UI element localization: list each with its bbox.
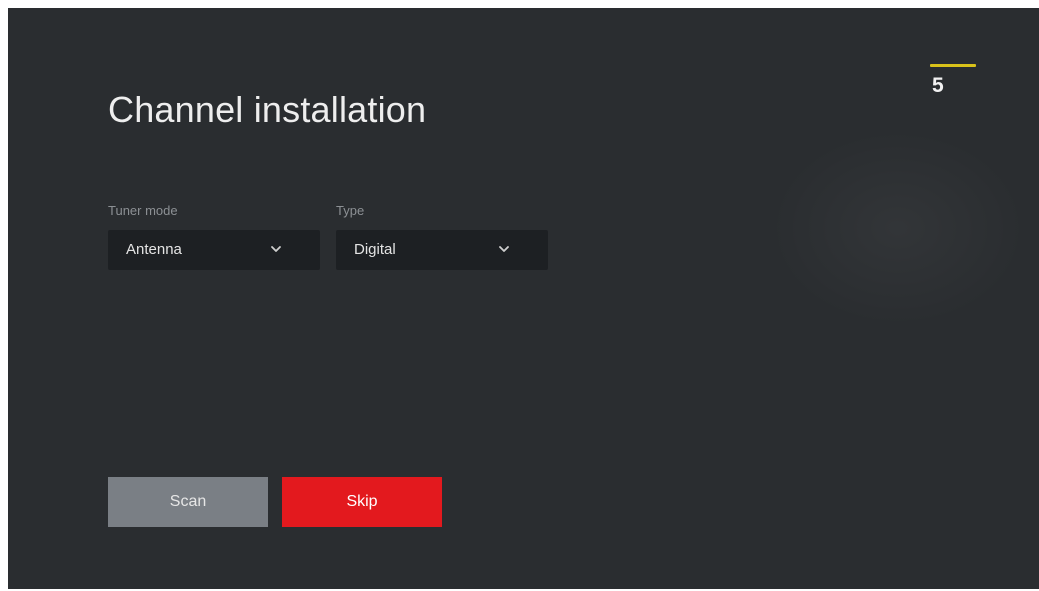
chevron-down-icon	[499, 246, 509, 252]
scan-button[interactable]: Scan	[108, 477, 268, 527]
tuner-mode-value: Antenna	[126, 241, 182, 258]
tuner-mode-field: Tuner mode Antenna	[108, 202, 320, 270]
page-title: Channel installation	[108, 89, 427, 130]
type-field: Type Digital	[336, 202, 548, 270]
step-number: 5	[932, 74, 944, 97]
tuner-mode-select[interactable]: Antenna	[108, 230, 320, 270]
background-decoration	[768, 128, 1028, 328]
type-value: Digital	[354, 241, 396, 258]
step-progress-bar	[930, 64, 976, 67]
type-select[interactable]: Digital	[336, 230, 548, 270]
type-label: Type	[336, 203, 365, 218]
chevron-down-icon	[271, 246, 281, 252]
tuner-mode-label: Tuner mode	[108, 203, 178, 218]
step-indicator: 5	[930, 64, 978, 104]
skip-button[interactable]: Skip	[282, 477, 442, 527]
channel-installation-screen: 5 Channel installation Tuner mode Antenn…	[8, 8, 1039, 589]
